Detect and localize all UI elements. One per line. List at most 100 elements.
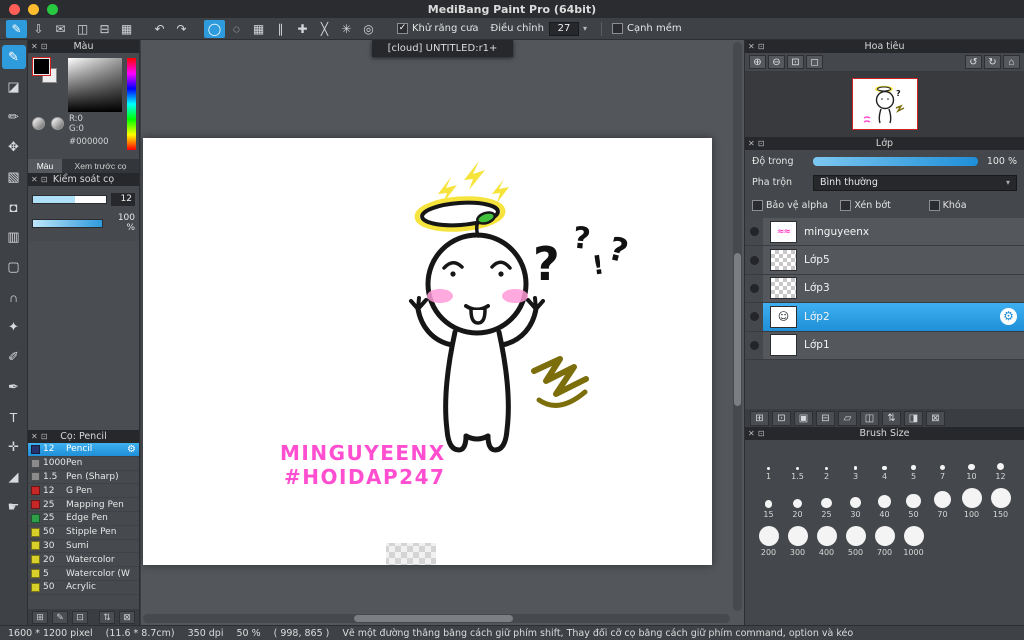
- brush-size-100[interactable]: 100: [957, 483, 986, 520]
- adjust-dropdown-icon[interactable]: ▾: [579, 24, 591, 33]
- layer-opacity-slider[interactable]: [813, 157, 978, 166]
- antialias-checkbox[interactable]: ✓ Khử răng cưa: [397, 23, 478, 34]
- layer-settings-button[interactable]: ▣: [794, 410, 813, 426]
- brush-size-5[interactable]: 5: [899, 445, 928, 482]
- brush-item-Watercolor[interactable]: 20 Watercolor ⚙: [28, 553, 139, 568]
- color-wheel-button[interactable]: [32, 117, 45, 130]
- layer-visibility-toggle[interactable]: [745, 246, 763, 274]
- snap-off-button[interactable]: ◯: [204, 19, 225, 38]
- tool-operation-button[interactable]: ✛: [2, 435, 26, 459]
- palette-button[interactable]: [51, 117, 64, 130]
- tool-text-button[interactable]: T: [2, 405, 26, 429]
- undo-button[interactable]: ↶: [149, 20, 170, 38]
- layer-row-Lớp5[interactable]: Lớp5 ⚙: [745, 246, 1024, 275]
- brush-opacity-slider[interactable]: [32, 218, 103, 228]
- layer-visibility-toggle[interactable]: [745, 331, 763, 359]
- brush-size-1[interactable]: 1: [754, 445, 783, 482]
- canvas-artwork[interactable]: ? ? ! ? MINGUYEENX #HOIDAP247: [143, 138, 712, 565]
- tool-magic-wand-button[interactable]: ✦: [2, 315, 26, 339]
- brush-size-2[interactable]: 2: [812, 445, 841, 482]
- zoom-out-button[interactable]: ⊖: [768, 55, 785, 69]
- import-image-button[interactable]: ◨: [904, 410, 923, 426]
- layer-settings-icon[interactable]: ⚙: [1000, 308, 1017, 326]
- tool-hand-button[interactable]: ☛: [2, 495, 26, 519]
- material-button[interactable]: ▦: [116, 20, 137, 38]
- close-window-button[interactable]: [9, 4, 20, 15]
- edit-brush-button[interactable]: ✎: [52, 610, 68, 624]
- brush-size-value[interactable]: 12: [111, 193, 135, 206]
- brush-item-Watercolor (W[interactable]: 5 Watercolor (W ⚙: [28, 567, 139, 581]
- layer-row-Lớp3[interactable]: Lớp3 ⚙: [745, 274, 1024, 304]
- sort-brush-button[interactable]: ⇅: [99, 610, 115, 624]
- reorder-layer-button[interactable]: ⇅: [882, 410, 901, 426]
- reset-view-button[interactable]: ⌂: [1003, 55, 1020, 69]
- brush-size-15[interactable]: 15: [754, 483, 783, 520]
- brush-settings-icon[interactable]: ⚙: [127, 444, 136, 455]
- brush-item-Sumi[interactable]: 30 Sumi ⚙: [28, 539, 139, 554]
- snap-ellipse-button[interactable]: ◌: [226, 20, 247, 38]
- snap-cross-button[interactable]: ✚: [292, 20, 313, 38]
- snap-grid-button[interactable]: ▦: [248, 20, 269, 38]
- tool-brush-button[interactable]: ✎: [1, 45, 26, 69]
- protect-alpha-checkbox[interactable]: Bảo vệ alpha: [752, 199, 840, 211]
- tool-select-button[interactable]: ▢: [2, 255, 26, 279]
- brush-item-Pen[interactable]: 1000 Pen ⚙: [28, 456, 139, 471]
- redo-button[interactable]: ↷: [171, 20, 192, 38]
- brush-size-3[interactable]: 3: [841, 445, 870, 482]
- minimize-window-button[interactable]: [28, 4, 39, 15]
- duplicate-layer-button[interactable]: ⊡: [772, 410, 791, 426]
- hue-slider[interactable]: [127, 58, 136, 150]
- brush-mode-button[interactable]: ✎: [6, 19, 27, 38]
- save-button[interactable]: ⇩: [28, 20, 49, 38]
- tool-gradient-button[interactable]: ▥: [2, 225, 26, 249]
- brush-size-400[interactable]: 400: [812, 521, 841, 558]
- brush-size-7[interactable]: 7: [928, 445, 957, 482]
- navigator-view[interactable]: ?: [745, 71, 1024, 137]
- panel-layout-button[interactable]: ◫: [72, 20, 93, 38]
- actual-size-button[interactable]: ◻: [806, 55, 823, 69]
- brush-size-10[interactable]: 10: [957, 445, 986, 482]
- rotate-left-button[interactable]: ↺: [965, 55, 982, 69]
- tool-eyedropper-button[interactable]: ◢: [2, 465, 26, 489]
- brush-item-Pen (Sharp)[interactable]: 1.5 Pen (Sharp) ⚙: [28, 470, 139, 485]
- snap-concentric-button[interactable]: ◎: [358, 20, 379, 38]
- clipping-toggle-button[interactable]: ◫: [860, 410, 879, 426]
- brush-size-40[interactable]: 40: [870, 483, 899, 520]
- foreground-color-swatch[interactable]: [33, 58, 50, 75]
- add-folder-button[interactable]: ▱: [838, 410, 857, 426]
- scrollbar-thumb[interactable]: [734, 252, 741, 407]
- tool-dot-button[interactable]: ✏: [2, 105, 26, 129]
- brush-size-300[interactable]: 300: [783, 521, 812, 558]
- add-brush-button[interactable]: ⊞: [32, 610, 48, 624]
- snap-radial-button[interactable]: ✳: [336, 20, 357, 38]
- tool-select-eraser-button[interactable]: ✒: [2, 375, 26, 399]
- brush-size-30[interactable]: 30: [841, 483, 870, 520]
- layer-row-minguyeenx[interactable]: minguyeenx ⚙: [745, 218, 1024, 247]
- brush-size-70[interactable]: 70: [928, 483, 957, 520]
- brush-size-4[interactable]: 4: [870, 445, 899, 482]
- brush-size-700[interactable]: 700: [870, 521, 899, 558]
- tool-lasso-button[interactable]: ∩: [2, 285, 26, 309]
- brush-size-25[interactable]: 25: [812, 483, 841, 520]
- document-tab[interactable]: [cloud] UNTITLED:r1+: [371, 40, 514, 57]
- layer-visibility-toggle[interactable]: [745, 218, 763, 246]
- rotate-right-button[interactable]: ↻: [984, 55, 1001, 69]
- comment-button[interactable]: ✉: [50, 20, 71, 38]
- layer-row-Lớp2[interactable]: Lớp2 ⚙: [745, 303, 1024, 332]
- brush-item-Mapping Pen[interactable]: 25 Mapping Pen ⚙: [28, 498, 139, 512]
- brush-item-Edge Pen[interactable]: 25 Edge Pen ⚙: [28, 511, 139, 526]
- layer-visibility-toggle[interactable]: [745, 303, 763, 331]
- brush-size-150[interactable]: 150: [986, 483, 1015, 520]
- brush-size-200[interactable]: 200: [754, 521, 783, 558]
- add-layer-button[interactable]: ⊞: [750, 410, 769, 426]
- tool-fill-button[interactable]: ▧: [2, 165, 26, 189]
- navigator-thumbnail[interactable]: ?: [851, 78, 918, 130]
- tab-brush-preview[interactable]: Xem trước cọ: [62, 159, 139, 173]
- brush-size-20[interactable]: 20: [783, 483, 812, 520]
- snap-parallel-button[interactable]: ∥: [270, 20, 291, 38]
- maximize-window-button[interactable]: [47, 4, 58, 15]
- tab-color[interactable]: Màu: [28, 159, 62, 173]
- canvas-page[interactable]: ? ? ! ? MINGUYEENX #HOIDAP247: [143, 138, 712, 565]
- brush-size-1000[interactable]: 1000: [899, 521, 928, 558]
- brush-item-Pencil[interactable]: 12 Pencil ⚙: [28, 443, 139, 457]
